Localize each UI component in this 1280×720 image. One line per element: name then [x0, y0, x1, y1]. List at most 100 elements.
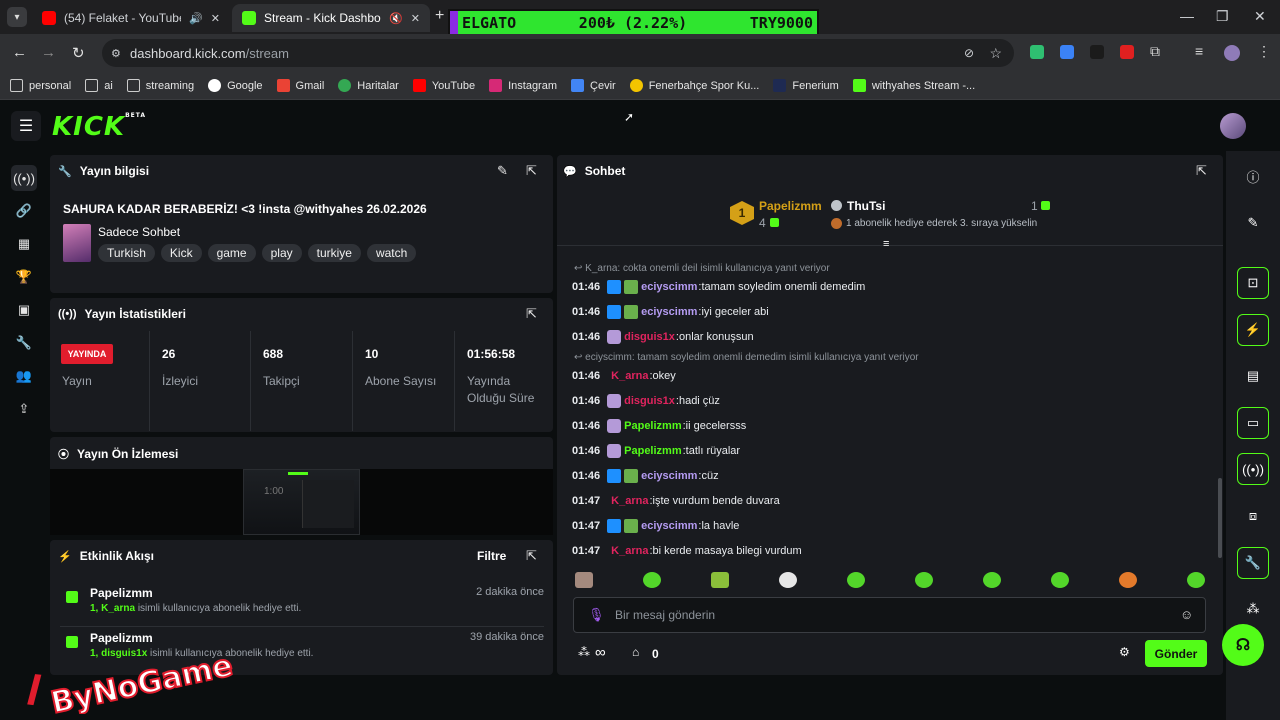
extension-youtube-icon[interactable]: [1120, 45, 1134, 59]
bookmark-ai[interactable]: ai: [85, 79, 113, 92]
window-close-icon[interactable]: ✕: [1254, 8, 1266, 25]
chat-username[interactable]: disguis1x: [624, 395, 675, 407]
bookmark-kick-stream[interactable]: withyahes Stream -...: [852, 79, 975, 92]
points-icon[interactable]: ⁂: [578, 645, 590, 659]
browser-menu-icon[interactable]: ⋮: [1257, 43, 1271, 60]
chat-message[interactable]: 01:46 Papelizmm: tatlı rüyalar: [572, 443, 740, 459]
emote-icon[interactable]: [779, 572, 797, 588]
edit-icon[interactable]: ✎: [497, 163, 508, 179]
minimize-icon[interactable]: —: [1180, 8, 1194, 24]
bookmark-cevir[interactable]: Çevir: [571, 79, 616, 92]
site-info-icon[interactable]: ⚙: [111, 47, 121, 60]
tab-youtube[interactable]: (54) Felaket - YouTube 🔊 ✕: [32, 4, 230, 32]
profile-avatar-icon[interactable]: [1224, 45, 1240, 61]
forward-icon[interactable]: →: [41, 44, 56, 61]
bookmark-personal[interactable]: personal: [10, 79, 71, 92]
chat-message[interactable]: 01:46 disguis1x: onlar konuşsun: [572, 329, 754, 345]
emote-icon[interactable]: [1187, 572, 1205, 588]
emote-icon[interactable]: [847, 572, 865, 588]
info-icon[interactable]: ⓘ: [1237, 160, 1269, 192]
bookmark-haritalar[interactable]: Haritalar: [338, 79, 399, 92]
emoji-icon[interactable]: ☺: [1180, 607, 1193, 622]
kick-logo[interactable]: KICKBETA: [52, 112, 146, 142]
extension-shield-icon[interactable]: [1030, 45, 1044, 59]
chat-input[interactable]: 🎙 Bir mesaj gönderin ☺: [573, 597, 1206, 633]
chat-username[interactable]: Papelizmm: [624, 420, 681, 432]
bookmark-fenerbahce[interactable]: Fenerbahçe Spor Ku...: [629, 79, 759, 92]
uploads-nav-icon[interactable]: ⇪: [11, 396, 37, 422]
camera-off-icon[interactable]: ⊘: [964, 46, 974, 60]
bookmark-streaming[interactable]: streaming: [126, 79, 194, 92]
notes-icon[interactable]: ▤: [1237, 360, 1269, 392]
menu-icon[interactable]: ☰: [11, 111, 41, 141]
chat-message[interactable]: 01:46 disguis1x: hadi çüz: [572, 393, 720, 409]
microphone-icon[interactable]: 🎙: [588, 607, 605, 623]
chat-username[interactable]: Papelizmm: [624, 445, 681, 457]
tab-search-button[interactable]: ▾: [7, 7, 27, 27]
new-tab-button[interactable]: +: [435, 7, 444, 25]
support-headset-icon[interactable]: ☊: [1222, 624, 1264, 666]
wrench-icon[interactable]: 🔧: [1237, 547, 1269, 579]
chat-username[interactable]: K_arna: [611, 495, 648, 507]
chat-message[interactable]: 01:46 eciyscimm: cüz: [572, 468, 719, 484]
video-nav-icon[interactable]: ▣: [11, 297, 37, 323]
popout-icon[interactable]: ⇱: [526, 163, 537, 179]
bookmark-youtube[interactable]: YouTube: [412, 79, 475, 92]
filter-button[interactable]: Filtre: [477, 549, 506, 563]
collapse-icon[interactable]: ≡: [883, 238, 889, 250]
chat-username[interactable]: disguis1x: [624, 331, 675, 343]
extension-dark-icon[interactable]: [1090, 45, 1104, 59]
chat-message[interactable]: 01:46 eciyscimm: tamam soyledim onemli de…: [572, 279, 865, 295]
chat-message[interactable]: 01:46 K_arna: okey: [572, 368, 676, 384]
chat-username[interactable]: eciyscimm: [641, 470, 697, 482]
bookmark-star-icon[interactable]: ☆: [989, 45, 1002, 62]
store-icon[interactable]: ⌂: [632, 645, 639, 659]
chat-message[interactable]: 01:47 eciyscimm: la havle: [572, 518, 739, 534]
media-controls-icon[interactable]: ≡: [1195, 43, 1203, 59]
mute-icon[interactable]: 🔇: [389, 12, 403, 25]
users-nav-icon[interactable]: 👥: [11, 363, 37, 389]
chat-username[interactable]: K_arna: [611, 370, 648, 382]
chat-username[interactable]: eciyscimm: [641, 306, 697, 318]
analytics-nav-icon[interactable]: ▦: [11, 231, 37, 257]
extension-translate-icon[interactable]: [1060, 45, 1074, 59]
bookmark-google[interactable]: Google: [208, 79, 263, 92]
close-icon[interactable]: ✕: [211, 12, 220, 25]
chat-message[interactable]: 01:46 Papelizmm: ii gecelersss: [572, 418, 746, 434]
lightning-icon[interactable]: ⚡: [1237, 314, 1269, 346]
url-input[interactable]: ⚙ dashboard.kick.com/stream ⊘ ☆: [102, 39, 1014, 67]
scenes-icon[interactable]: ⧈: [1237, 500, 1269, 532]
reload-icon[interactable]: ↻: [72, 44, 85, 62]
back-icon[interactable]: ←: [12, 44, 27, 61]
chat-message[interactable]: 01:47 K_arna: işte vurdum bende duvara: [572, 493, 780, 509]
chat-username[interactable]: eciyscimm: [641, 281, 697, 293]
emote-icon[interactable]: [915, 572, 933, 588]
speaker-icon[interactable]: 🔊: [189, 12, 203, 25]
extensions-puzzle-icon[interactable]: ⧉: [1150, 43, 1160, 60]
bookmark-instagram[interactable]: Instagram: [489, 79, 557, 92]
popout-icon[interactable]: ⇱: [526, 548, 537, 564]
emote-icon[interactable]: [1051, 572, 1069, 588]
chat-message[interactable]: 01:47 K_arna: bi kerde masaya bilegi vurd…: [572, 543, 802, 559]
chat-message[interactable]: 01:46 eciyscimm: iyi geceler abi: [572, 304, 769, 320]
link-nav-icon[interactable]: 🔗: [11, 198, 37, 224]
tab-kick-dashboard[interactable]: Stream - Kick Dashboard 🔇 ✕: [232, 4, 430, 32]
wrench-nav-icon[interactable]: 🔧: [11, 330, 37, 356]
screenshot-icon[interactable]: ⊡: [1237, 267, 1269, 299]
popout-icon[interactable]: ⇱: [526, 306, 537, 322]
emote-icon[interactable]: [1119, 572, 1137, 588]
emote-icon[interactable]: [983, 572, 1001, 588]
bookmark-fenerium[interactable]: Fenerium: [773, 79, 839, 92]
trophy-nav-icon[interactable]: 🏆: [11, 264, 37, 290]
stream-nav-icon[interactable]: ((•)): [11, 165, 37, 191]
edit-icon[interactable]: ✎: [1237, 207, 1269, 239]
share-icon[interactable]: ⁂: [1237, 593, 1269, 625]
chat-username[interactable]: K_arna: [611, 545, 648, 557]
close-icon[interactable]: ✕: [411, 12, 420, 25]
bookmark-gmail[interactable]: Gmail: [276, 79, 324, 92]
broadcast-icon[interactable]: ((•)): [1237, 453, 1269, 485]
emote-icon[interactable]: [711, 572, 729, 588]
chat-scrollbar[interactable]: [1218, 478, 1222, 558]
avatar[interactable]: [1220, 113, 1246, 139]
emote-icon[interactable]: [643, 572, 661, 588]
